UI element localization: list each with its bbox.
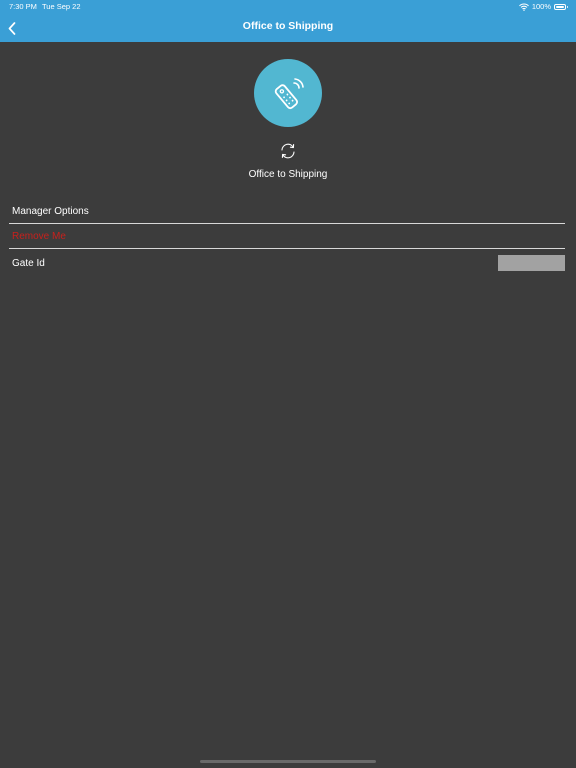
- refresh-button[interactable]: [277, 140, 299, 162]
- gate-id-label: Gate Id: [12, 258, 45, 269]
- wifi-icon: [518, 3, 529, 11]
- manager-options-label: Manager Options: [12, 206, 89, 217]
- remove-me-button[interactable]: Remove Me: [12, 231, 66, 242]
- battery-percent: 100%: [531, 2, 551, 11]
- remote-control-icon: [274, 78, 304, 110]
- device-icon-badge: [254, 59, 322, 127]
- divider: [9, 223, 565, 224]
- device-name: Office to Shipping: [248, 169, 328, 180]
- battery-icon: [554, 3, 568, 10]
- status-indicators: 100%: [518, 1, 568, 12]
- status-date: Tue Sep 22: [42, 2, 81, 11]
- nav-header: 7:30 PM Tue Sep 22 100% Office to Shippi…: [0, 0, 576, 42]
- page-title: Office to Shipping: [242, 20, 334, 32]
- gate-id-input[interactable]: [498, 255, 565, 271]
- divider: [9, 248, 565, 249]
- home-indicator[interactable]: [200, 760, 376, 763]
- refresh-icon: [281, 143, 295, 159]
- status-time: 7:30 PM: [9, 2, 37, 11]
